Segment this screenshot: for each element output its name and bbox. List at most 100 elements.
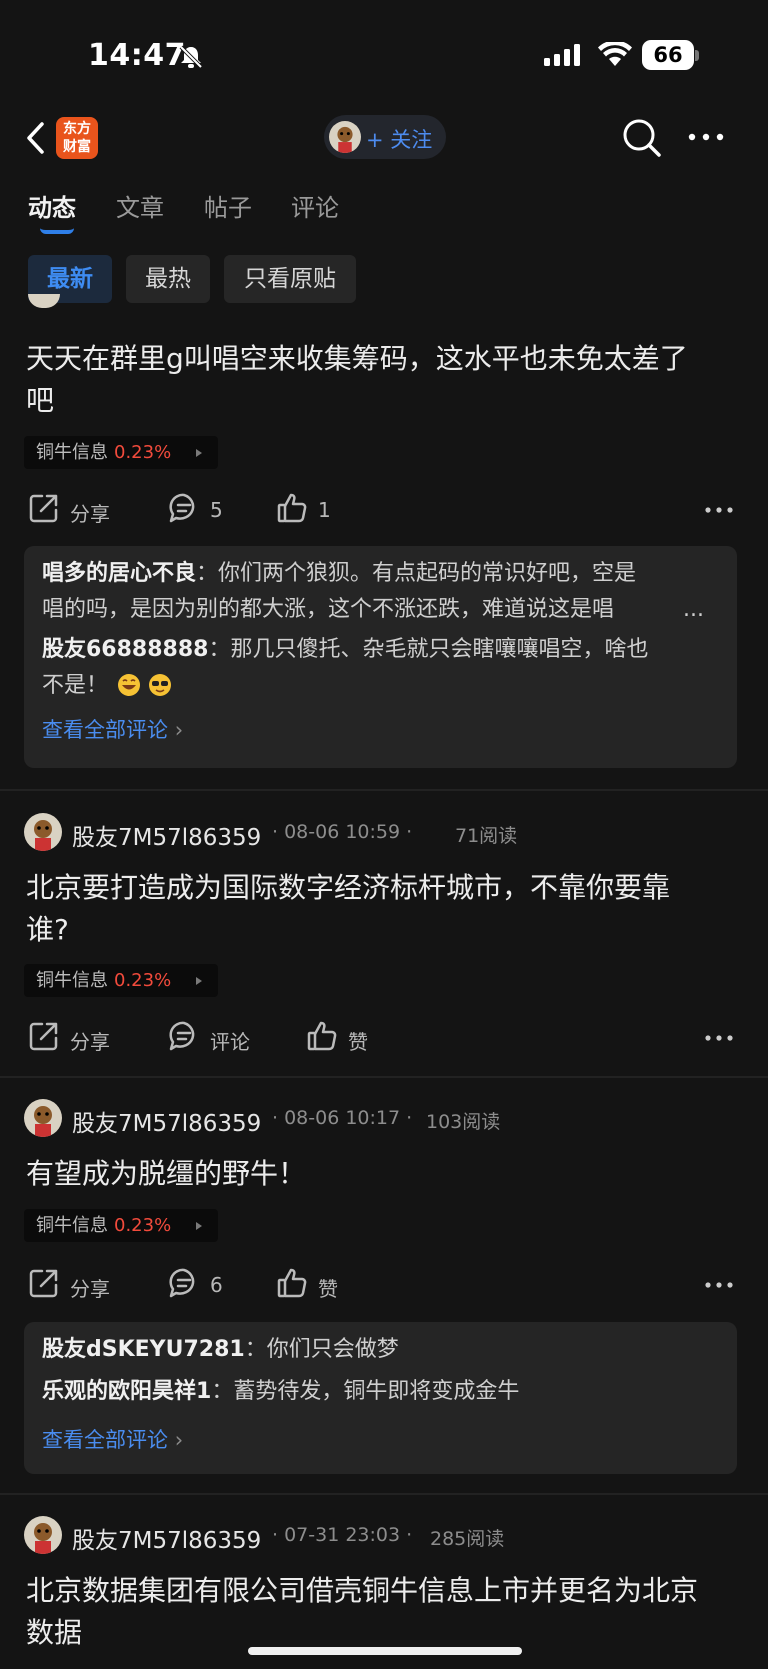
comment-icon xyxy=(169,1021,195,1051)
home-indicator[interactable] xyxy=(248,1647,522,1655)
comment-text: 你们两个狼狈。有点起码的常识好吧，空是 xyxy=(218,561,637,586)
username[interactable]: 股友7M57l86359 xyxy=(72,1521,261,1555)
like-count: 1 xyxy=(318,498,331,522)
tab-dynamic[interactable]: 动态 xyxy=(28,188,76,223)
comment-button[interactable]: 评论 xyxy=(168,1020,258,1054)
grinning-emoji-icon xyxy=(118,674,141,696)
post-text-line: 谁? xyxy=(26,913,69,946)
comment-icon xyxy=(169,1268,195,1298)
like-button[interactable]: 1 xyxy=(276,492,346,526)
post-text-line: 北京要打造成为国际数字经济标杆城市，不靠你要靠 xyxy=(26,871,671,904)
like-button[interactable]: 赞 xyxy=(306,1020,376,1054)
see-all-comments-link[interactable]: 查看全部评论 › xyxy=(42,714,183,744)
see-all-label: 查看全部评论 xyxy=(42,718,168,742)
follow-button[interactable]: + 关注 xyxy=(324,115,446,159)
filter-hottest[interactable]: 最热 xyxy=(126,255,210,303)
search-icon[interactable] xyxy=(620,116,664,160)
share-button[interactable]: 分享 xyxy=(28,1020,118,1054)
comment-preview-box[interactable]: 唱多的居心不良：你们两个狼狈。有点起码的常识好吧，空是 唱的吗，是因为别的都大涨… xyxy=(24,546,737,768)
logo-line-2: 财富 xyxy=(63,139,91,155)
comment-author[interactable]: 唱多的居心不良 xyxy=(42,561,196,586)
comment-item: 股友dSKEYU7281：你们只会做梦 xyxy=(42,1332,718,1368)
comment-author[interactable]: 股友66888888 xyxy=(42,637,208,662)
filter-bar: 最新 最热 只看原贴 xyxy=(0,240,768,308)
comment-button[interactable]: 6 xyxy=(168,1267,238,1301)
follow-label: + 关注 xyxy=(366,128,433,152)
like-button[interactable]: 赞 xyxy=(276,1267,346,1301)
read-count: 103阅读 xyxy=(426,1111,501,1133)
post-text-line: 天天在群里g叫唱空来收集筹码，这水平也未免太差了 xyxy=(26,342,688,375)
eastmoney-logo[interactable]: 东方 财富 xyxy=(56,117,98,159)
post-text-line: 北京数据集团有限公司借壳铜牛信息上市并更名为北京 xyxy=(26,1574,699,1607)
comment-text: 你们只会做梦 xyxy=(266,1337,399,1362)
avatar[interactable] xyxy=(24,1099,62,1137)
post-item[interactable]: 股友7M57l86359 · 07-31 23:03 · 285阅读 北京数据集… xyxy=(0,1495,768,1669)
post-item[interactable]: 股友7M57l86359 · 08-06 10:59 · 71阅读 北京要打造成… xyxy=(0,791,768,1077)
post-content: 北京要打造成为国际数字经济标杆城市，不靠你要靠 谁? xyxy=(26,867,746,951)
chevron-right-icon: › xyxy=(174,718,184,742)
share-button[interactable]: 分享 xyxy=(28,492,118,526)
share-label: 分享 xyxy=(70,1277,110,1301)
post-text-line: 吧 xyxy=(26,384,55,417)
comment-text: 唱的吗，是因为别的都大涨，这个不涨还跌，难道说这是唱 xyxy=(42,597,615,622)
back-arrow-icon[interactable] xyxy=(24,120,48,156)
share-label: 分享 xyxy=(70,1030,110,1054)
post-header: 股友7M57l86359 · 08-06 10:59 · 71阅读 xyxy=(24,813,724,853)
tab-bar: 动态 文章 帖子 评论 xyxy=(0,176,768,240)
username[interactable]: 股友7M57l86359 xyxy=(72,818,261,852)
comment-count: 6 xyxy=(210,1273,223,1297)
share-button[interactable]: 分享 xyxy=(28,1267,118,1301)
avatar xyxy=(329,121,361,153)
comment-item: 股友66888888：那几只傻托、杂毛就只会瞎嚷嚷唱空，啥也 不是！ xyxy=(42,632,718,704)
read-count: 71阅读 xyxy=(455,825,518,847)
comment-label: 评论 xyxy=(210,1030,250,1054)
more-options-icon[interactable] xyxy=(704,1034,734,1042)
filter-original-only[interactable]: 只看原贴 xyxy=(224,255,356,303)
tab-articles[interactable]: 文章 xyxy=(116,188,164,223)
status-time: 14:47 xyxy=(88,38,186,73)
see-all-comments-link[interactable]: 查看全部评论 › xyxy=(42,1424,183,1454)
share-icon xyxy=(29,1022,58,1051)
battery-indicator: 66 xyxy=(642,40,694,70)
stock-tag[interactable]: 铜牛信息 0.23% xyxy=(24,1209,218,1242)
avatar[interactable] xyxy=(24,1516,62,1554)
tab-posts[interactable]: 帖子 xyxy=(204,188,252,223)
post-item[interactable]: 天天在群里g叫唱空来收集筹码，这水平也未免太差了 吧 铜牛信息 0.23% 分享 … xyxy=(0,294,768,790)
post-header: 股友7M57l86359 · 07-31 23:03 · 285阅读 xyxy=(24,1516,724,1556)
comment-ellipsis: ... xyxy=(683,597,704,622)
post-item[interactable]: 股友7M57l86359 · 08-06 10:17 · 103阅读 有望成为脱… xyxy=(0,1078,768,1494)
tab-comments[interactable]: 评论 xyxy=(291,188,339,223)
more-options-icon[interactable] xyxy=(704,1281,734,1289)
comment-text: 不是！ xyxy=(42,673,109,698)
comment-preview-box[interactable]: 股友dSKEYU7281：你们只会做梦 乐观的欧阳昊祥1：蓄势待发，铜牛即将变成… xyxy=(24,1322,737,1474)
stock-change: 0.23% xyxy=(114,442,172,463)
thumbs-up-icon xyxy=(277,493,307,523)
active-tab-indicator xyxy=(40,228,74,234)
like-label: 赞 xyxy=(348,1030,368,1054)
wifi-icon xyxy=(598,42,632,66)
more-options-icon[interactable] xyxy=(704,506,734,514)
comment-author[interactable]: 股友dSKEYU7281 xyxy=(42,1337,245,1362)
username[interactable]: 股友7M57l86359 xyxy=(72,1104,261,1138)
sunglasses-emoji-icon xyxy=(149,674,172,696)
stock-change: 0.23% xyxy=(114,1215,172,1236)
play-triangle-icon xyxy=(196,977,202,985)
like-label: 赞 xyxy=(318,1277,338,1301)
comment-text: 那几只傻托、杂毛就只会瞎嚷嚷唱空，啥也 xyxy=(230,637,649,662)
comment-separator: ： xyxy=(196,561,219,586)
share-icon xyxy=(29,1269,58,1298)
comment-icon xyxy=(169,493,195,523)
thumbs-up-icon xyxy=(277,1268,307,1298)
thumbs-up-icon xyxy=(307,1021,337,1051)
bell-off-icon xyxy=(179,45,203,69)
more-options-icon[interactable] xyxy=(686,132,726,142)
post-content: 有望成为脱缰的野牛！ xyxy=(26,1153,746,1195)
see-all-label: 查看全部评论 xyxy=(42,1428,168,1452)
stock-tag[interactable]: 铜牛信息 0.23% xyxy=(24,964,218,997)
comment-button[interactable]: 5 xyxy=(168,492,238,526)
avatar[interactable] xyxy=(24,813,62,851)
comment-author[interactable]: 乐观的欧阳昊祥1 xyxy=(42,1379,211,1404)
battery-tip xyxy=(695,50,699,61)
top-nav: 东方 财富 + 关注 xyxy=(0,110,768,176)
stock-tag[interactable]: 铜牛信息 0.23% xyxy=(24,436,218,469)
